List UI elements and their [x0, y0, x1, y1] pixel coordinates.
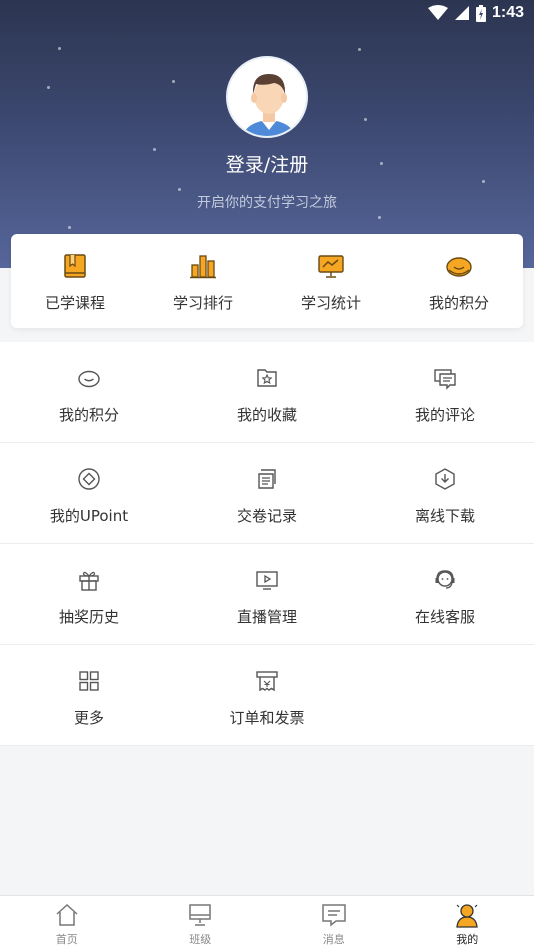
quick-statistics[interactable]: 学习统计 — [267, 234, 395, 328]
tab-home[interactable]: 首页 — [0, 896, 134, 950]
home-icon — [56, 903, 78, 926]
menu-row: 更多 订单和发票 — [0, 645, 534, 746]
class-monitor-icon — [189, 904, 211, 926]
quick-learned-courses[interactable]: 已学课程 — [11, 234, 139, 328]
tab-label: 消息 — [322, 933, 345, 946]
tab-label: 班级 — [189, 933, 212, 946]
menu-comments[interactable]: 我的评论 — [356, 342, 534, 442]
quick-label: 学习统计 — [300, 294, 361, 312]
menu-empty-cell — [356, 645, 534, 745]
more-grid-icon — [79, 671, 99, 691]
submission-record-icon — [258, 469, 276, 489]
menu-row: 我的UPoint 交卷记录 离线下载 — [0, 443, 534, 544]
quick-label: 我的积分 — [428, 294, 489, 312]
upoint-icon — [78, 468, 100, 490]
tab-label: 我的 — [456, 933, 479, 946]
profile-icon — [456, 904, 478, 928]
menu-grid: 我的积分 我的收藏 我的评论 我的UPoint 交卷记录 离线下载 抽奖历史 直… — [0, 342, 534, 746]
menu-customer-service[interactable]: 在线客服 — [356, 544, 534, 644]
tab-messages[interactable]: 消息 — [267, 896, 401, 950]
menu-row: 我的积分 我的收藏 我的评论 — [0, 342, 534, 443]
menu-label: 直播管理 — [236, 608, 297, 626]
menu-label: 我的UPoint — [49, 507, 129, 525]
avatar[interactable] — [226, 56, 308, 138]
points-icon — [446, 257, 472, 277]
message-icon — [322, 904, 346, 927]
menu-row: 抽奖历史 直播管理 在线客服 — [0, 544, 534, 645]
wifi-icon — [427, 5, 448, 20]
login-register-link[interactable]: 登录/注册 — [0, 150, 534, 177]
battery-icon — [475, 4, 486, 22]
bottom-tab-bar: 首页 班级 消息 我的 — [0, 895, 534, 950]
menu-label: 抽奖历史 — [58, 608, 119, 626]
offline-download-icon — [435, 468, 455, 490]
menu-label: 更多 — [73, 709, 104, 727]
menu-submission-records[interactable]: 交卷记录 — [178, 443, 356, 543]
menu-label: 订单和发票 — [229, 709, 305, 727]
favorites-folder-icon — [257, 369, 277, 387]
gift-icon — [79, 571, 99, 591]
menu-lottery-history[interactable]: 抽奖历史 — [0, 544, 178, 644]
invoice-icon — [256, 671, 278, 692]
menu-my-points[interactable]: 我的积分 — [0, 342, 178, 442]
menu-offline-download[interactable]: 离线下载 — [356, 443, 534, 543]
default-avatar-icon — [228, 58, 306, 136]
menu-more[interactable]: 更多 — [0, 645, 178, 745]
tab-class[interactable]: 班级 — [134, 896, 268, 950]
menu-live-management[interactable]: 直播管理 — [178, 544, 356, 644]
quick-ranking[interactable]: 学习排行 — [139, 234, 267, 328]
tab-mine[interactable]: 我的 — [401, 896, 534, 950]
profile-subtitle: 开启你的支付学习之旅 — [197, 195, 337, 211]
menu-upoint[interactable]: 我的UPoint — [0, 443, 178, 543]
customer-service-icon — [435, 570, 455, 589]
menu-favorites[interactable]: 我的收藏 — [178, 342, 356, 442]
statistics-chart-icon — [318, 255, 344, 278]
menu-label: 我的评论 — [414, 406, 475, 424]
comment-icon — [434, 369, 456, 390]
menu-label: 在线客服 — [414, 608, 475, 626]
status-bar: 1:43 — [0, 0, 534, 28]
tab-label: 首页 — [55, 933, 78, 946]
profile-header: 1:43 登录/注册 开启你的支付学习之旅 — [0, 0, 534, 268]
menu-orders-invoices[interactable]: 订单和发票 — [178, 645, 356, 745]
quick-actions-card: 已学课程 学习排行 学习统计 我的积分 — [11, 234, 523, 328]
ranking-bars-icon — [190, 255, 216, 279]
status-time: 1:43 — [491, 4, 524, 21]
menu-label: 离线下载 — [414, 507, 475, 525]
menu-label: 交卷记录 — [236, 507, 297, 525]
book-icon — [64, 254, 86, 278]
points-icon — [78, 370, 100, 388]
menu-label: 我的收藏 — [236, 406, 297, 424]
quick-points[interactable]: 我的积分 — [395, 234, 523, 328]
quick-label: 学习排行 — [172, 294, 233, 312]
live-stream-icon — [256, 571, 278, 590]
signal-icon — [454, 6, 469, 20]
menu-label: 我的积分 — [58, 406, 119, 424]
quick-label: 已学课程 — [44, 294, 105, 312]
